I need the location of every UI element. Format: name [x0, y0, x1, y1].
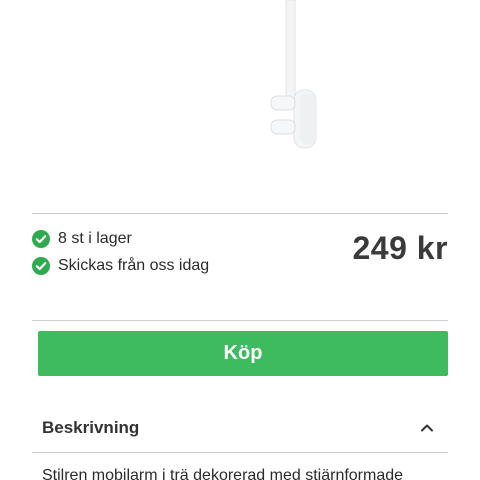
- description-accordion-header[interactable]: Beskrivning: [32, 404, 448, 452]
- shipping-status: Skickas från oss idag: [32, 257, 209, 275]
- check-circle-icon: [32, 230, 50, 248]
- product-price: 249 kr: [352, 230, 448, 266]
- check-circle-icon: [32, 257, 50, 275]
- product-image[interactable]: [0, 0, 480, 200]
- divider-accordion: [32, 452, 448, 453]
- divider-top: [32, 213, 448, 214]
- divider-middle: [32, 320, 448, 321]
- chevron-up-icon[interactable]: [420, 421, 434, 435]
- stock-text: 8 st i lager: [58, 230, 132, 247]
- stock-status: 8 st i lager: [32, 230, 132, 248]
- buy-button[interactable]: Köp: [38, 331, 448, 376]
- accordion-title: Beskrivning: [42, 418, 140, 437]
- product-page: 8 st i lager Skickas från oss idag 249 k…: [0, 0, 480, 480]
- product-illustration: [270, 0, 317, 149]
- description-text: Stilren mobilarm i trä dekorerad med stj…: [42, 467, 404, 480]
- shipping-text: Skickas från oss idag: [58, 257, 210, 274]
